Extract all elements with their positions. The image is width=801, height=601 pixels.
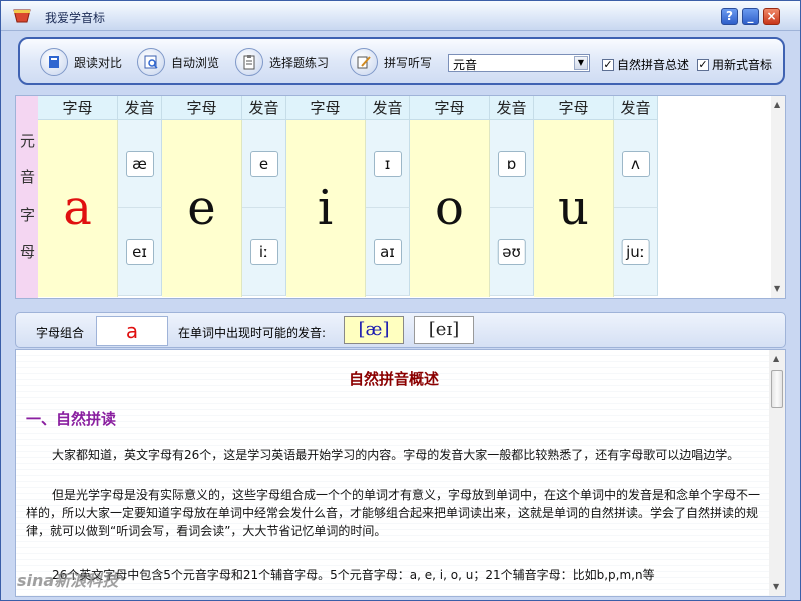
header-letter: 字母 [38, 96, 118, 120]
header-sound: 发音 [614, 96, 658, 120]
sound-button[interactable]: ʌ [621, 150, 650, 177]
side-label-char: 音 [20, 168, 36, 186]
sound-button[interactable]: ɒ [497, 150, 526, 177]
sound-button[interactable]: ɪ [373, 150, 402, 177]
pronunciation-button[interactable]: [eɪ] [414, 316, 474, 344]
side-label-char: 母 [20, 243, 36, 261]
phonics-overview-label: 自然拼音总述 [617, 58, 690, 72]
sound-button[interactable]: e [249, 150, 278, 177]
letter-cell-o[interactable]: o [410, 120, 490, 297]
sound-category-select[interactable]: 元音 ▼ [448, 54, 590, 72]
new-phonetic-checkbox[interactable]: ✓ 用新式音标 [697, 56, 772, 73]
letter-e: e [187, 180, 216, 236]
minimize-button[interactable]: _ [742, 8, 759, 25]
follow-read-button[interactable]: 跟读对比 [40, 47, 122, 77]
scroll-down-icon[interactable]: ▼ [773, 582, 779, 591]
letter-cell-e[interactable]: e [162, 120, 242, 297]
scroll-up-icon[interactable]: ▲ [774, 100, 780, 109]
sound-button[interactable]: iː [249, 238, 278, 265]
book-icon [40, 48, 68, 76]
doc-paragraph: 大家都知道，英文字母有26个，这是学习英语最开始学习的内容。字母的发音大家一般都… [52, 448, 740, 462]
pronunciation-button[interactable]: [æ] [344, 316, 404, 344]
clipboard-icon [235, 48, 263, 76]
app-cup-icon [13, 9, 31, 23]
scroll-up-icon[interactable]: ▲ [773, 354, 779, 363]
letter-cell-a[interactable]: a [38, 120, 118, 297]
dictation-button[interactable]: 拼写听写 [350, 47, 432, 77]
doc-paragraph: 但是光学字母是没有实际意义的，这些字母组合成一个个的单词才有意义，字母放到单词中… [26, 488, 761, 538]
header-letter: 字母 [162, 96, 242, 120]
scroll-down-icon[interactable]: ▼ [774, 284, 780, 293]
sound-cell: ɪ [366, 120, 410, 208]
combo-label: 字母组合 [36, 326, 85, 340]
side-label-char: 元 [20, 132, 36, 150]
sound-cell: eɪ [118, 208, 162, 296]
browse-icon [137, 48, 165, 76]
help-button[interactable]: ? [721, 8, 738, 25]
quiz-button[interactable]: 选择题练习 [235, 47, 329, 77]
letter-u: u [558, 180, 589, 236]
toolbar: 跟读对比 自动浏览 选择题练习 拼写听写 元音 ▼ ✓ 自然拼音总述 ✓ 用新式… [18, 37, 785, 85]
letter-o: o [435, 180, 464, 236]
new-phonetic-label: 用新式音标 [712, 58, 773, 72]
phonics-overview-checkbox[interactable]: ✓ 自然拼音总述 [602, 56, 689, 73]
header-sound: 发音 [490, 96, 534, 120]
side-label-column: 元 音 字 母 [16, 96, 38, 298]
dictation-label: 拼写听写 [384, 55, 433, 70]
select-value: 元音 [453, 58, 478, 72]
letter-combination-bar: 字母组合 a 在单词中出现时可能的发音: [æ] [eɪ] [15, 312, 786, 348]
combo-value-field[interactable]: a [96, 316, 168, 346]
follow-read-label: 跟读对比 [74, 55, 123, 70]
checkbox-checked-icon[interactable]: ✓ [602, 58, 614, 71]
sound-cell: ɒ [490, 120, 534, 208]
header-sound: 发音 [366, 96, 410, 120]
header-letter: 字母 [410, 96, 490, 120]
sound-cell: ʌ [614, 120, 658, 208]
header-sound: 发音 [242, 96, 286, 120]
sound-cell: juː [614, 208, 658, 296]
header-letter: 字母 [286, 96, 366, 120]
sound-button[interactable]: juː [621, 238, 650, 265]
sound-button[interactable]: aɪ [373, 238, 402, 265]
sound-cell: iː [242, 208, 286, 296]
letter-i: i [317, 180, 334, 236]
letter-cell-i[interactable]: i [286, 120, 366, 297]
letter-cell-u[interactable]: u [534, 120, 614, 297]
auto-browse-button[interactable]: 自动浏览 [137, 47, 219, 77]
letter-a: a [63, 180, 92, 236]
title-bar: 我爱学音标 ? _ × [1, 1, 800, 31]
sound-cell: aɪ [366, 208, 410, 296]
table-scrollbar[interactable]: ▲ ▼ [771, 96, 785, 298]
possible-sounds-label: 在单词中出现时可能的发音: [178, 326, 327, 340]
doc-heading: 一、自然拼读 [26, 410, 117, 428]
header-letter: 字母 [534, 96, 614, 120]
sound-button[interactable]: æ [125, 150, 154, 177]
chevron-down-icon[interactable]: ▼ [574, 56, 588, 70]
scroll-thumb[interactable] [771, 370, 783, 408]
vowel-letter-table: 元 音 字 母 字母 发音 a æ eɪ 字母 发音 e e iː 字母 发音 [15, 95, 786, 299]
sina-watermark: sina新浪科技 [17, 571, 119, 590]
sound-button[interactable]: əʊ [497, 238, 526, 265]
window-title: 我爱学音标 [45, 11, 106, 25]
checkbox-checked-icon[interactable]: ✓ [697, 58, 709, 71]
quiz-label: 选择题练习 [269, 55, 330, 70]
sound-cell: e [242, 120, 286, 208]
close-button[interactable]: × [763, 8, 780, 25]
sound-button[interactable]: eɪ [125, 238, 154, 265]
pencil-icon [350, 48, 378, 76]
header-sound: 发音 [118, 96, 162, 120]
auto-browse-label: 自动浏览 [171, 55, 220, 70]
side-label-char: 字 [20, 206, 36, 224]
sound-cell: æ [118, 120, 162, 208]
doc-paragraph: 26个英文字母中包含5个元音字母和21个辅音字母。5个元音字母：a, e, i,… [52, 568, 655, 582]
doc-title: 自然拼音概述 [348, 370, 439, 388]
app-window: 我爱学音标 ? _ × 跟读对比 自动浏览 选择题练习 拼写听写 元音 ▼ ✓ … [0, 0, 801, 601]
sound-cell: əʊ [490, 208, 534, 296]
phonics-document: 自然拼音概述 一、自然拼读 大家都知道，英文字母有26个，这是学习英语最开始学习… [15, 349, 786, 597]
doc-scrollbar[interactable]: ▲ ▼ [769, 350, 785, 596]
